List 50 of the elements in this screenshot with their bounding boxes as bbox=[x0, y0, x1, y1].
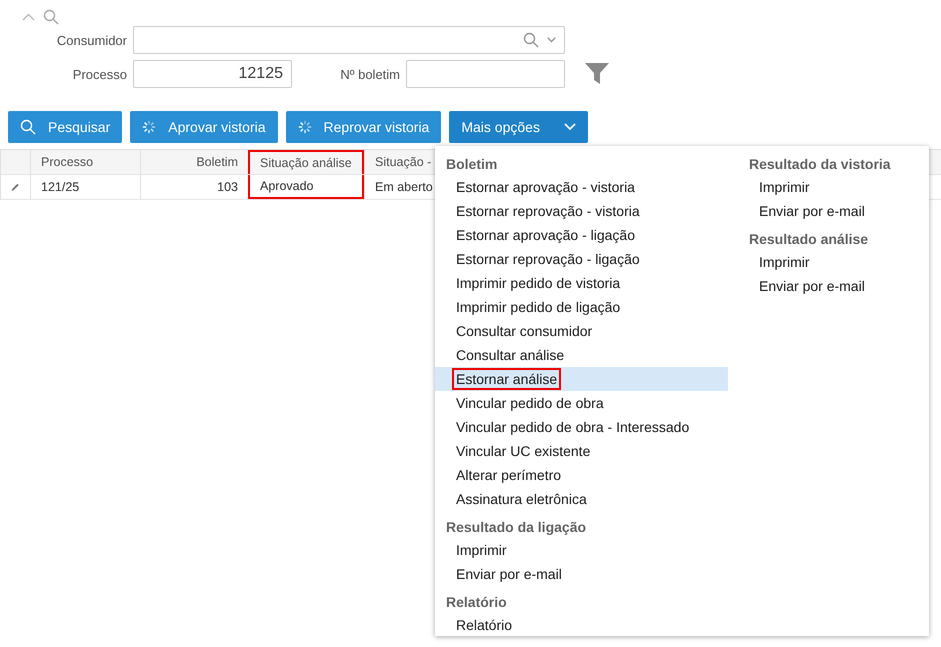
input-field[interactable] bbox=[406, 60, 565, 88]
column-header[interactable]: Processo bbox=[30, 150, 140, 174]
menu-item[interactable]: Estornar aprovação - ligação bbox=[435, 223, 728, 247]
table-cell: 121/25 bbox=[30, 175, 140, 199]
menu-item[interactable]: Relatório bbox=[435, 613, 728, 637]
menu-item[interactable]: Vincular pedido de obra - Interessado bbox=[435, 415, 728, 439]
table-cell: 103 bbox=[140, 175, 248, 199]
input-field[interactable]: 12125 bbox=[133, 60, 292, 88]
menu-heading: Boletim bbox=[445, 155, 498, 174]
chevron-down-icon[interactable] bbox=[547, 36, 556, 44]
menu-item[interactable]: Estornar reprovação - vistoria bbox=[435, 199, 728, 223]
column-header[interactable]: Boletim bbox=[140, 150, 248, 174]
menu-item[interactable]: Alterar perímetro bbox=[435, 463, 728, 487]
menu-item[interactable]: Imprimir bbox=[435, 538, 728, 562]
menu-heading: Resultado da vistoria bbox=[748, 155, 892, 174]
menu-heading: Resultado análise bbox=[748, 230, 870, 249]
menu-item[interactable]: Imprimir bbox=[738, 250, 929, 274]
table-cell: Aprovado bbox=[248, 175, 364, 199]
menu-item[interactable]: Assinatura eletrônica bbox=[435, 487, 728, 511]
field-label: Nº boletim bbox=[339, 66, 401, 82]
menu-item[interactable]: Vincular UC existente bbox=[435, 439, 728, 463]
search-icon[interactable] bbox=[523, 32, 539, 48]
menu-item[interactable]: Imprimir pedido de ligação bbox=[435, 295, 728, 319]
search-icon bbox=[20, 119, 36, 135]
menu-item[interactable]: Consultar consumidor bbox=[435, 319, 728, 343]
spinner-icon bbox=[298, 120, 312, 134]
toolbar-button[interactable]: Pesquisar bbox=[8, 111, 122, 143]
menu-item[interactable]: Estornar reprovação - ligação bbox=[435, 247, 728, 271]
menu-item[interactable]: Enviar por e-mail bbox=[738, 274, 929, 298]
consumer-lookup-field[interactable] bbox=[133, 26, 565, 54]
menu-item[interactable]: Estornar análise bbox=[435, 367, 728, 391]
dropdown-button[interactable]: Mais opções bbox=[449, 111, 588, 143]
menu-item[interactable]: Vincular pedido de obra bbox=[435, 391, 728, 415]
menu-item[interactable]: Imprimir pedido de vistoria bbox=[435, 271, 728, 295]
toolbar-button[interactable]: Reprovar vistoria bbox=[286, 111, 442, 143]
menu-item[interactable]: Consultar análise bbox=[435, 343, 728, 367]
menu-heading: Resultado da ligação bbox=[445, 518, 588, 537]
search-icon[interactable] bbox=[43, 9, 59, 25]
field-label: Processo bbox=[72, 66, 128, 82]
chevron-up-icon[interactable] bbox=[22, 13, 35, 21]
menu-heading: Relatório bbox=[445, 593, 508, 612]
field-label: Consumidor bbox=[56, 32, 128, 48]
toolbar-button[interactable]: Aprovar vistoria bbox=[130, 111, 278, 143]
filter-icon[interactable] bbox=[585, 63, 609, 85]
menu-item[interactable]: Enviar por e-mail bbox=[738, 199, 929, 223]
spinner-icon bbox=[142, 120, 156, 134]
menu-item[interactable]: Estornar aprovação - vistoria bbox=[435, 175, 728, 199]
menu-item[interactable]: Imprimir bbox=[738, 175, 929, 199]
chevron-down-icon bbox=[564, 123, 576, 131]
menu-item[interactable]: Enviar por e-mail bbox=[435, 562, 728, 586]
